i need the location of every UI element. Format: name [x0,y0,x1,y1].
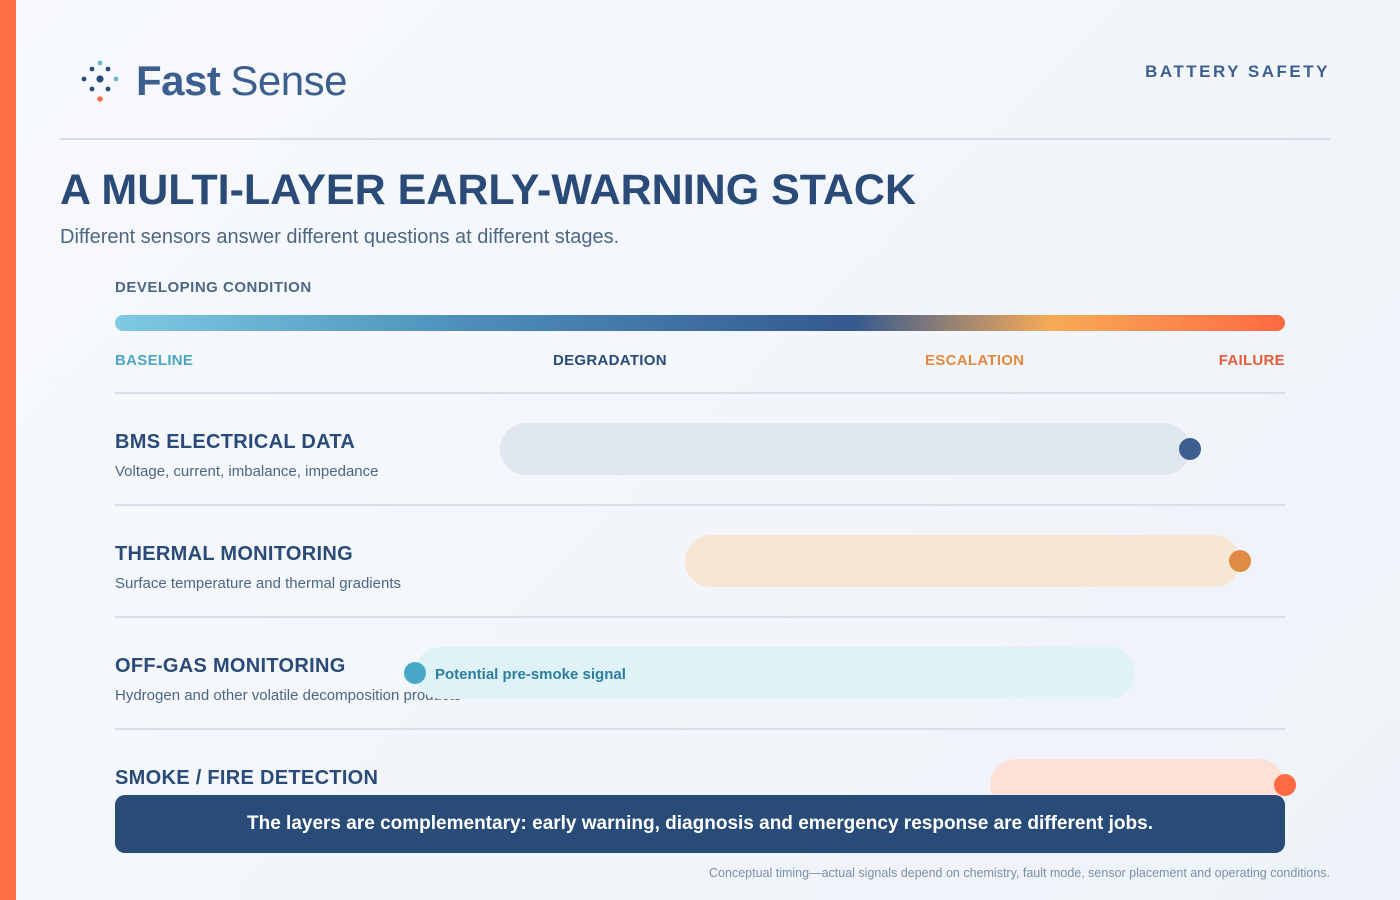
layer-band-bms [500,423,1190,475]
header-topic: BATTERY SAFETY [1145,62,1330,81]
axis-label: DEVELOPING CONDITION [115,279,312,296]
left-accent-bar [0,0,16,900]
layer-signal-dot-smoke [1274,774,1296,796]
row-divider [115,392,1285,394]
brand-wordmark: Fast Sense [136,58,347,104]
page-subtitle: Different sensors answer different quest… [60,226,620,248]
stage-escalation: ESCALATION [925,352,1025,369]
stage-baseline: BASELINE [115,352,194,369]
layer-signal-dot-bms [1179,438,1201,460]
header-divider [60,138,1330,140]
dotted-sensor-logo-icon [78,59,122,103]
layer-band-thermal [685,535,1240,587]
layer-desc-bms: Voltage, current, imbalance, impedance [115,463,379,480]
brand-name-light: Sense [230,57,347,104]
layer-signal-dot-thermal [1229,550,1251,572]
footnote: Conceptual timing—actual signals depend … [709,866,1330,880]
row-divider [115,728,1285,730]
layer-signal-dot-offgas [404,662,426,684]
layer-title-offgas: OFF-GAS MONITORING [115,655,346,677]
layer-band-label-offgas: Potential pre-smoke signal [435,666,626,683]
brand-name-bold: Fast [136,57,221,104]
row-divider [115,504,1285,506]
layer-title-thermal: THERMAL MONITORING [115,543,353,565]
stage-degradation: DEGRADATION [553,352,667,369]
condition-gradient-bar [115,315,1285,331]
layer-title-smoke: SMOKE / FIRE DETECTION [115,767,379,789]
brand-logo: Fast Sense [78,58,347,104]
page-title: A MULTI-LAYER EARLY-WARNING STACK [60,166,917,214]
layer-desc-offgas: Hydrogen and other volatile decompositio… [115,687,462,704]
layer-title-bms: BMS ELECTRICAL DATA [115,431,356,453]
summary-callout-text: The layers are complementary: early warn… [247,813,1153,834]
layer-desc-thermal: Surface temperature and thermal gradient… [115,575,401,592]
stage-failure: FAILURE [1218,352,1285,369]
summary-callout: The layers are complementary: early warn… [115,795,1285,853]
row-divider [115,616,1285,618]
